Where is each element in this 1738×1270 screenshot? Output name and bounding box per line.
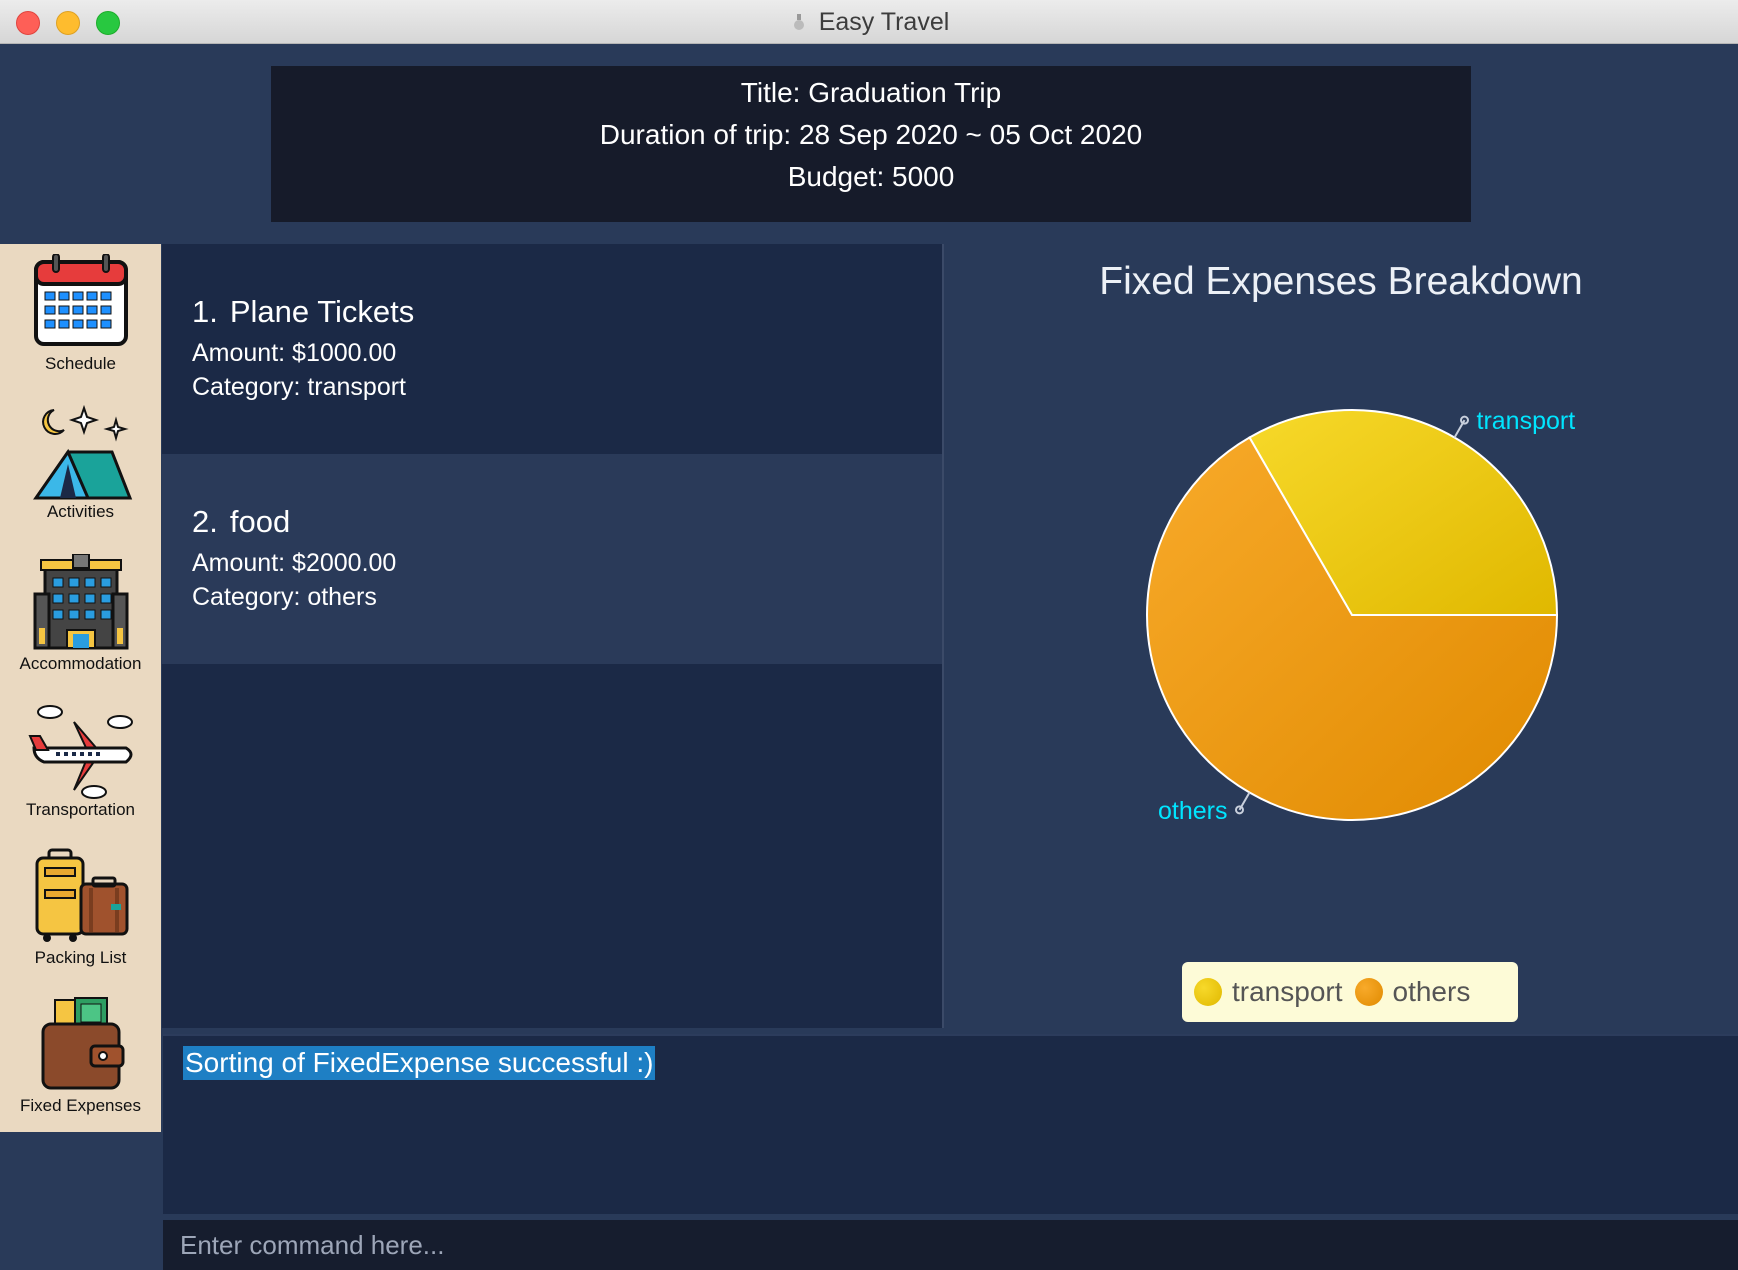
list-item[interactable]: 1. Plane Tickets Amount: $1000.00 Categor…: [162, 244, 942, 454]
expense-name: food: [229, 504, 291, 539]
sidebar-item-label: Packing List: [34, 948, 127, 967]
chart-title: Fixed Expenses Breakdown: [1099, 260, 1583, 303]
hotel-icon: [33, 554, 128, 650]
expense-category: Category: others: [192, 583, 377, 611]
expense-category: Category: transport: [192, 373, 406, 401]
pie-chart: transport others: [1146, 407, 1576, 825]
pie-label-transport: transport: [1477, 407, 1576, 435]
legend-item-transport: transport: [1194, 976, 1343, 1008]
calendar-icon: [33, 254, 128, 346]
sidebar-item-label: Fixed Expenses: [20, 1096, 141, 1115]
expense-amount: Amount: $1000.00: [192, 339, 397, 367]
legend-label: others: [1392, 976, 1471, 1007]
sidebar-item-accommodation[interactable]: Accommodation: [0, 554, 161, 702]
app-logo-icon: [793, 14, 804, 30]
expense-name: Plane Tickets: [229, 294, 415, 329]
luggage-icon: [35, 848, 128, 942]
sidebar-item-packing-list[interactable]: Packing List: [0, 848, 161, 996]
result-display[interactable]: Sorting of FixedExpense successful :): [163, 1034, 1738, 1214]
window-title: Easy Travel: [818, 8, 950, 36]
expense-chart: transport others Fixed Expenses Breakdown…: [944, 244, 1738, 1028]
trip-budget: Budget: 5000: [787, 161, 955, 192]
main-content: Title: Graduation Trip Duration of trip:…: [0, 44, 1738, 1270]
list-item[interactable]: 2. food Amount: $2000.00 Category: others: [162, 454, 942, 664]
sidebar-item-label: Schedule: [45, 354, 116, 373]
sidebar-item-label: Transportation: [26, 800, 135, 819]
legend-swatch: [1354, 978, 1383, 1006]
sidebar-item-label: Accommodation: [19, 654, 142, 673]
trip-title: Title: Graduation Trip: [740, 77, 1002, 108]
pie-label-others: others: [1158, 797, 1227, 825]
command-box[interactable]: [163, 1220, 1738, 1270]
sidebar-item-activities[interactable]: Activities: [0, 402, 161, 550]
expense-title: 2. food: [192, 504, 912, 540]
result-message: Sorting of FixedExpense successful :): [183, 1046, 656, 1080]
sidebar-item-fixed-expenses[interactable]: Fixed Expenses: [0, 996, 161, 1144]
expense-amount: Amount: $2000.00: [192, 549, 397, 577]
sidebar-item-schedule[interactable]: Schedule: [0, 254, 161, 402]
chart-legend: transport others: [1182, 962, 1518, 1022]
expense-title: 1. Plane Tickets: [192, 294, 912, 330]
airplane-icon: [27, 705, 133, 799]
sidebar-item-label: Activities: [46, 502, 115, 521]
trip-duration: Duration of trip: 28 Sep 2020 ~ 05 Oct 2…: [599, 119, 1143, 150]
trip-info-panel: Title: Graduation Trip Duration of trip:…: [271, 66, 1471, 222]
window-title-area: Easy Travel: [0, 8, 1738, 37]
sidebar: Schedule Activities Accommodation Transp…: [0, 244, 161, 1132]
legend-label: transport: [1232, 976, 1343, 1007]
tent-icon: [32, 404, 132, 500]
wallet-icon: [41, 997, 124, 1090]
expense-list[interactable]: 1. Plane Tickets Amount: $1000.00 Categor…: [162, 244, 942, 1028]
legend-item-others: others: [1354, 976, 1471, 1008]
command-input[interactable]: [163, 1220, 1738, 1270]
title-bar: Easy Travel: [0, 0, 1738, 44]
expense-index: 2.: [192, 504, 218, 539]
sidebar-item-transportation[interactable]: Transportation: [0, 700, 161, 848]
legend-swatch: [1194, 978, 1222, 1006]
expense-index: 1.: [192, 294, 218, 329]
